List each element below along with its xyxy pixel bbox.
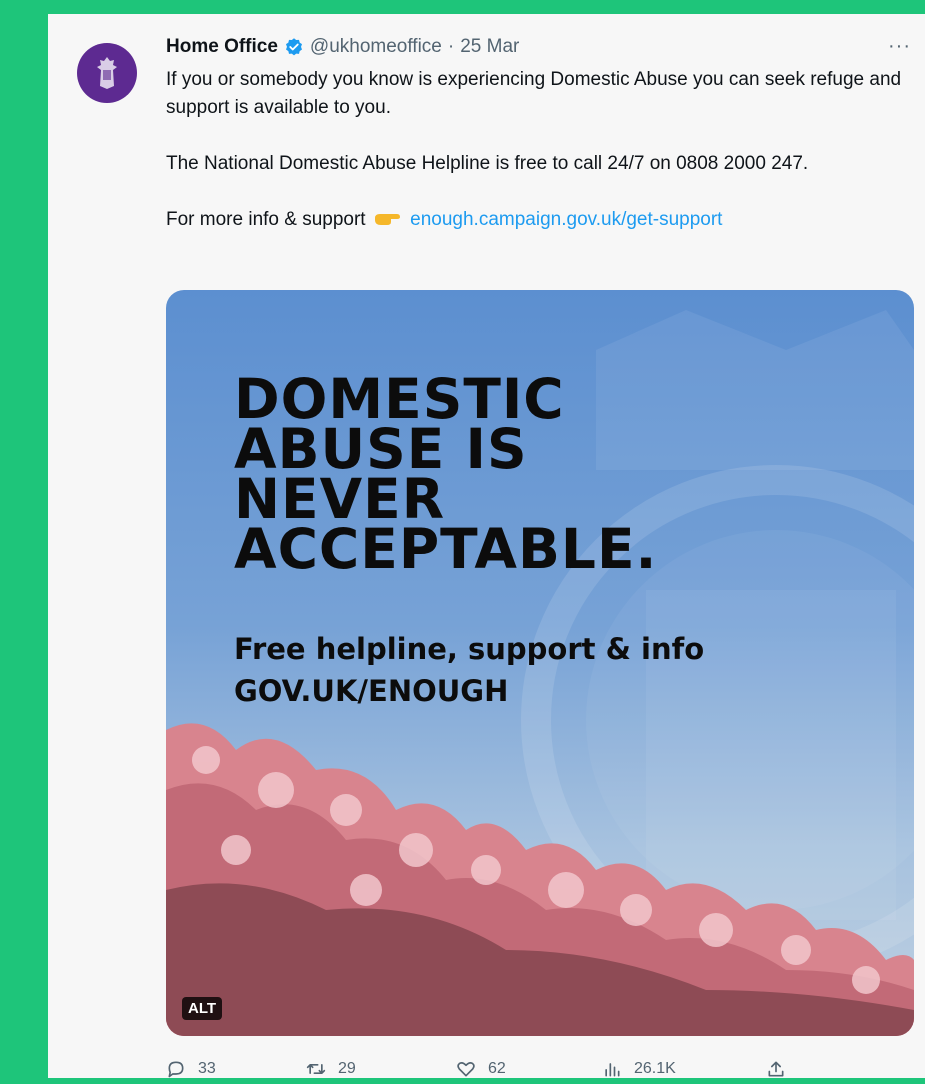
reply-icon [168, 1061, 184, 1078]
reply-button[interactable]: 33 [166, 1059, 216, 1079]
tweet-date[interactable]: 25 Mar [460, 36, 519, 58]
retweet-icon [306, 1064, 326, 1074]
action-bar: 33 29 62 26.1K [166, 1054, 806, 1084]
tweet-header: Home Office @ukhomeoffice · 25 Mar [166, 35, 519, 59]
like-count: 62 [488, 1060, 506, 1077]
views-count: 26.1K [634, 1060, 676, 1077]
tweet-image[interactable]: DOMESTIC ABUSE IS NEVER ACCEPTABLE. Free… [166, 290, 914, 1036]
headline-line: ACCEPTABLE. [234, 517, 658, 581]
like-icon [457, 1062, 475, 1077]
tweet-card[interactable]: Home Office @ukhomeoffice · 25 Mar ··· I… [48, 14, 925, 1078]
share-button[interactable] [766, 1059, 786, 1079]
tweet-text: If you or somebody you know is experienc… [166, 66, 906, 262]
tweet-paragraph: If you or somebody you know is experienc… [166, 69, 902, 118]
image-subline: Free helpline, support & info GOV.UK/ENO… [234, 628, 704, 712]
support-link[interactable]: enough.campaign.gov.uk/get-support [410, 209, 722, 230]
author-name[interactable]: Home Office [166, 36, 278, 58]
separator-dot: · [447, 36, 455, 57]
retweet-count: 29 [338, 1060, 356, 1077]
like-button[interactable]: 62 [456, 1059, 506, 1079]
retweet-button[interactable]: 29 [306, 1059, 356, 1079]
avatar[interactable] [77, 43, 137, 103]
support-text: For more info & support [166, 209, 366, 230]
subline-text: Free helpline, support & info [234, 632, 705, 666]
alt-text-badge[interactable]: ALT [182, 997, 223, 1020]
more-options-button[interactable]: ··· [888, 36, 911, 56]
tweet-paragraph: For more info & support enough.campaign.… [166, 206, 906, 234]
views-button[interactable]: 26.1K [602, 1059, 676, 1079]
reply-count: 33 [198, 1060, 216, 1077]
author-handle[interactable]: @ukhomeoffice [310, 36, 442, 58]
pointing-hand-icon [374, 214, 400, 225]
image-headline: DOMESTIC ABUSE IS NEVER ACCEPTABLE. [234, 372, 658, 581]
verified-badge-icon [285, 38, 302, 56]
crest-icon [97, 57, 117, 89]
subline-url: GOV.UK/ENOUGH [234, 674, 509, 708]
share-icon [768, 1061, 784, 1077]
tweet-paragraph: The National Domestic Abuse Helpline is … [166, 153, 809, 174]
views-icon [605, 1063, 620, 1077]
